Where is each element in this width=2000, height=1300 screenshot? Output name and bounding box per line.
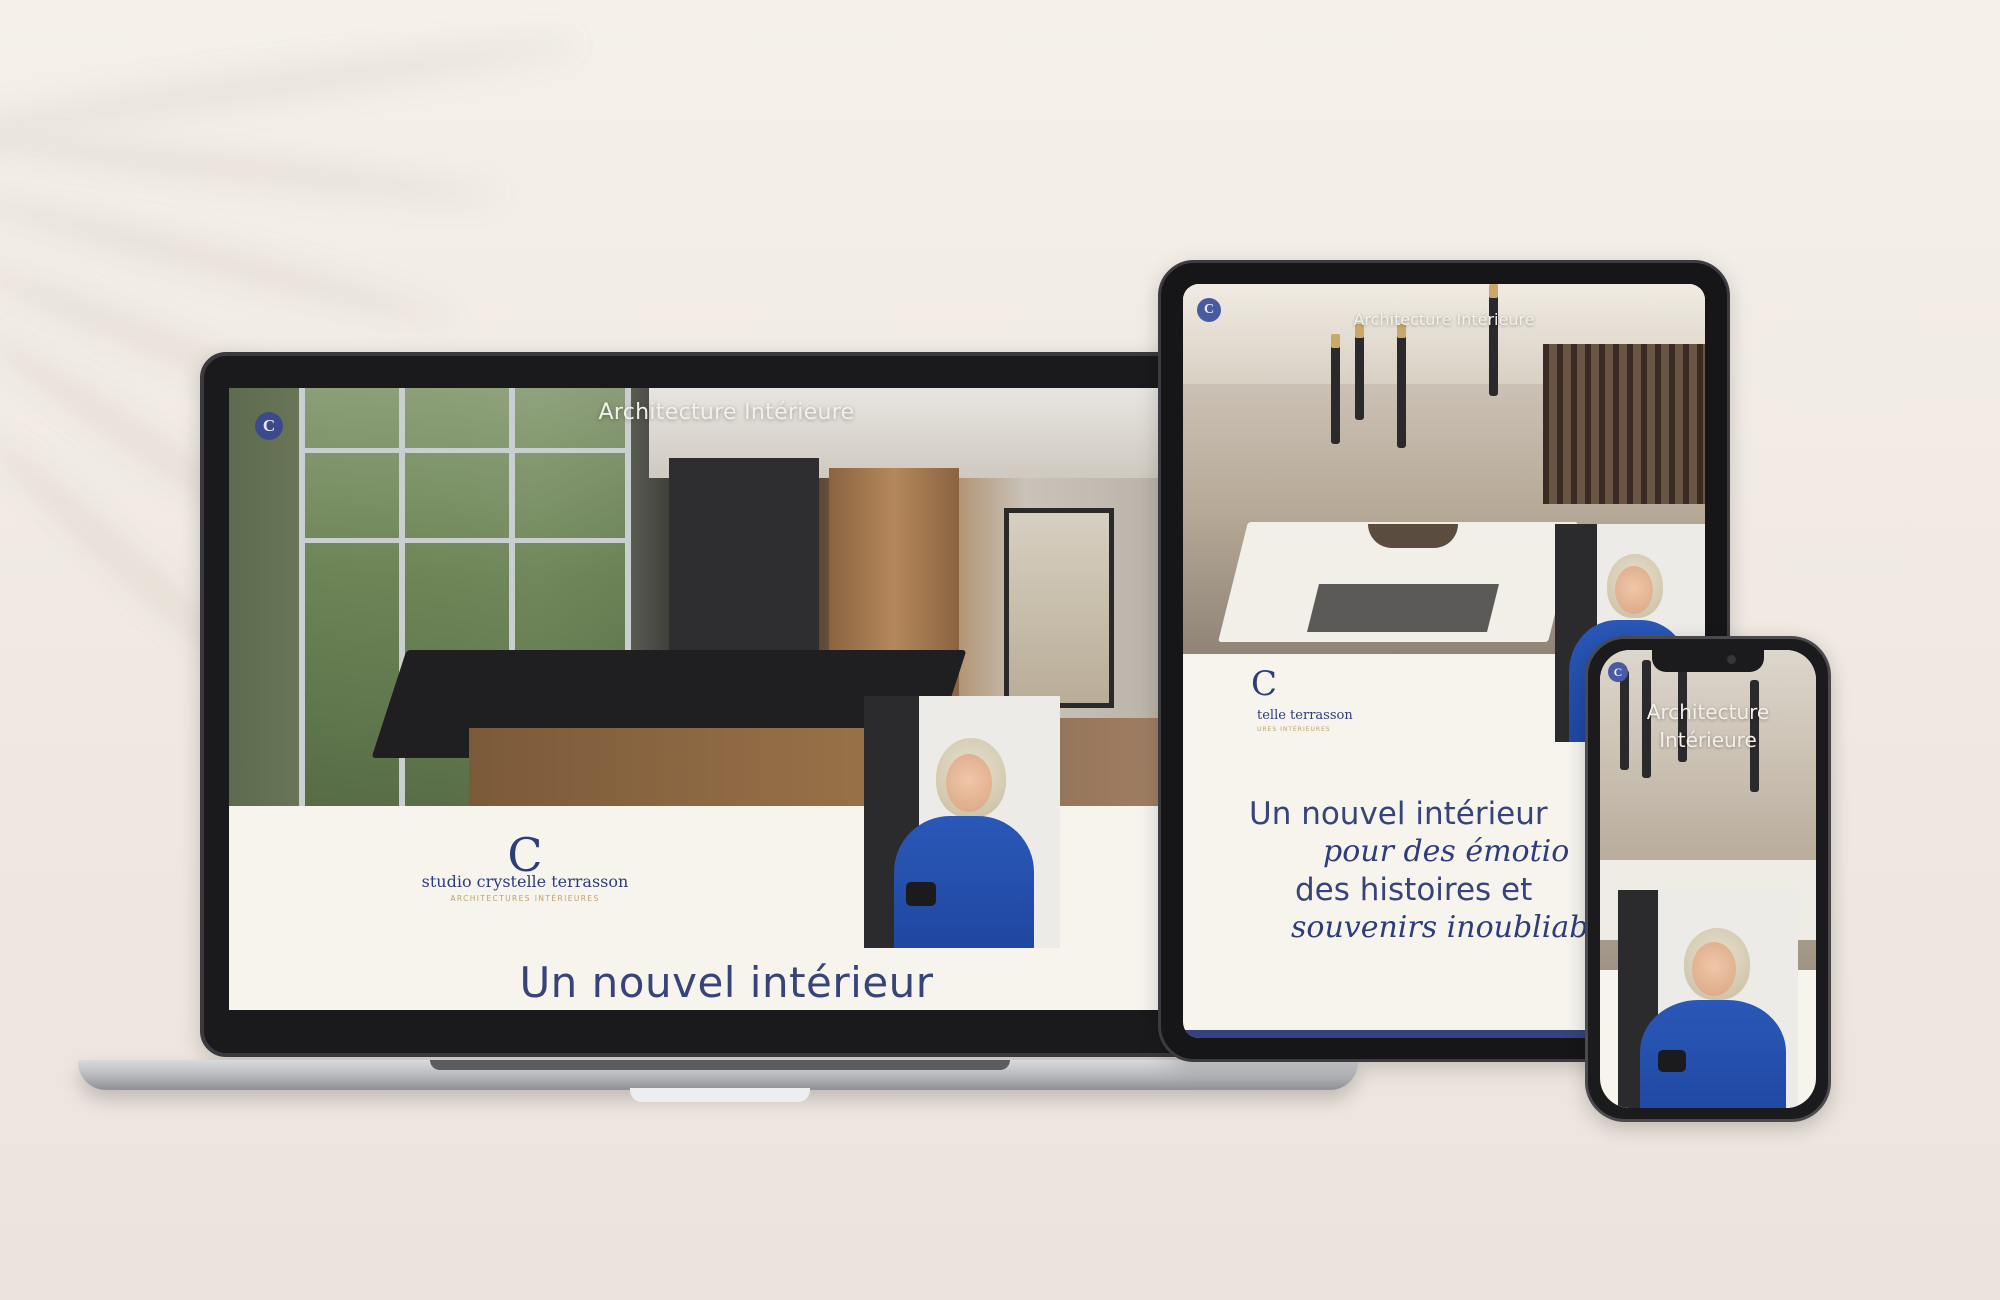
brand-name: studio crystelle terrasson xyxy=(421,872,629,891)
brand-name: telle terrasson xyxy=(1257,708,1353,723)
logo-c-icon[interactable]: C xyxy=(1608,662,1628,682)
brand-tagline: URES INTÉRIEURES xyxy=(1257,726,1331,733)
camera-icon xyxy=(1727,655,1736,664)
hero-headline-line: des histoires et xyxy=(1295,872,1533,908)
laptop-screen: C Architecture Intérieure C studio cryst… xyxy=(229,388,1224,1010)
hero-headline-line: souvenirs inoubliab xyxy=(1291,910,1589,945)
kitchen-hero-photo xyxy=(229,388,1224,806)
brand-tagline: ARCHITECTURES INTÉRIEURES xyxy=(450,894,600,903)
brand-logo-letter: C xyxy=(1251,664,1278,704)
laptop-hinge xyxy=(430,1060,1010,1070)
site-title: Architecture Intérieure xyxy=(598,400,855,425)
designer-portrait-photo xyxy=(864,696,1060,948)
hero-headline: Un nouvel intérieur xyxy=(519,958,934,1007)
hero-headline-line: pour des émotio xyxy=(1323,834,1570,869)
leaf-shadow xyxy=(0,120,501,214)
phone-notch xyxy=(1652,650,1764,672)
laptop-trackpad-notch xyxy=(630,1088,810,1102)
site-title: Architecture Intérieure xyxy=(1646,700,1770,752)
phone-screen: C Architecture Intérieure xyxy=(1600,650,1816,1108)
designer-portrait-photo xyxy=(1618,890,1798,1108)
hero-headline-line: Un nouvel intérieur xyxy=(1249,796,1548,832)
site-title: Architecture Intérieure xyxy=(1353,310,1535,329)
leaf-shadow xyxy=(0,25,580,149)
